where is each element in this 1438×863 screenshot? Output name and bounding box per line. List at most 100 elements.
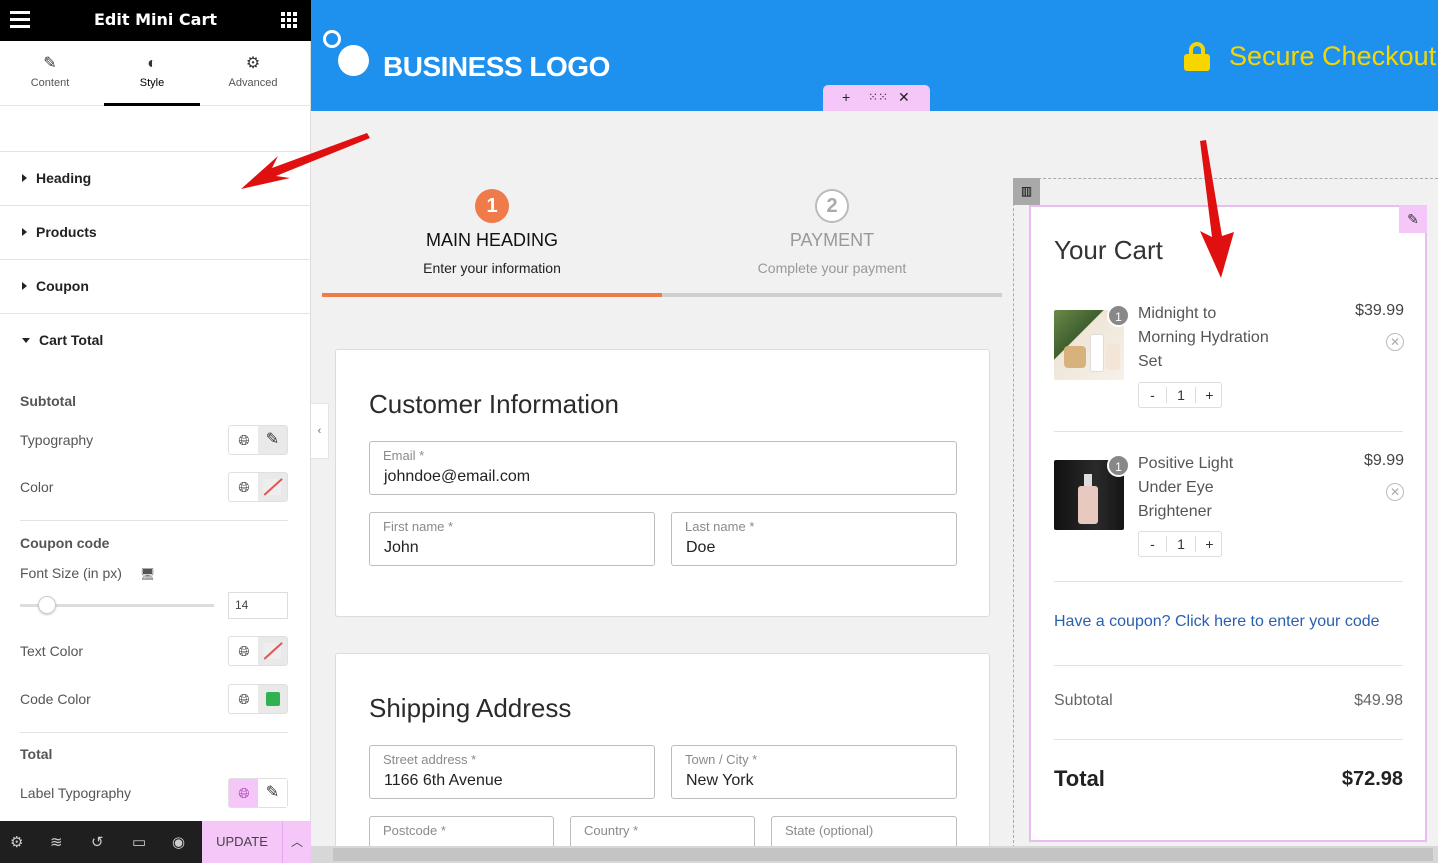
text-color-label: Text Color xyxy=(20,643,84,659)
contrast-icon: ◐ xyxy=(147,55,157,72)
text-color-control[interactable]: 🌐︎ xyxy=(228,636,288,666)
scrollbar-thumb[interactable] xyxy=(333,848,1433,861)
collapse-panel-chevron-icon[interactable]: ‹ xyxy=(311,403,329,459)
step-title: MAIN HEADING xyxy=(425,230,558,250)
decrease-qty-button[interactable]: - xyxy=(1139,387,1167,403)
product-price: $39.99 xyxy=(1355,302,1404,319)
remove-item-icon[interactable]: ✕ xyxy=(1386,333,1404,351)
first-name-field[interactable]: First name * John xyxy=(369,512,655,566)
qty-value[interactable]: 1 xyxy=(1167,387,1195,403)
street-address-field[interactable]: Street address * 1166 6th Avenue xyxy=(369,745,655,799)
section-coupon-label: Coupon xyxy=(36,278,89,294)
slider-handle[interactable] xyxy=(38,596,57,614)
settings-icon[interactable]: ⚙ xyxy=(10,833,23,851)
first-name-value: John xyxy=(384,539,419,556)
section-products-label: Products xyxy=(36,224,97,240)
panel-title: Edit Mini Cart xyxy=(93,10,217,29)
subtotal-label: Subtotal xyxy=(1054,692,1113,709)
pencil-icon: ✎ xyxy=(43,55,57,72)
panel-footer: ⚙ ≋ ↺ ▭ ◉ UPDATE ︿ xyxy=(0,821,311,863)
tab-content-label: Content xyxy=(30,77,70,89)
globe-icon[interactable]: 🌐︎ xyxy=(229,637,259,665)
product-name[interactable]: Midnight to Morning Hydration Set xyxy=(1138,302,1278,374)
column-handle-icon[interactable]: ▥ xyxy=(1013,178,1040,205)
decrease-qty-button[interactable]: - xyxy=(1139,536,1167,552)
typography-control[interactable]: 🌐︎ ✎ xyxy=(228,425,288,455)
color-swatch-none[interactable] xyxy=(258,473,287,501)
globe-icon[interactable]: 🌐︎ xyxy=(229,426,259,454)
add-section-icon[interactable]: + xyxy=(842,89,850,105)
coupon-link[interactable]: Have a coupon? Click here to enter your … xyxy=(1054,613,1380,631)
street-label: Street address * xyxy=(383,752,477,767)
section-heading[interactable]: Heading xyxy=(0,151,311,205)
label-typography-control[interactable]: 🌐︎ ✎ xyxy=(228,778,288,808)
tab-style[interactable]: ◐ Style xyxy=(102,41,202,106)
divider xyxy=(20,732,288,733)
drag-handle-icon[interactable]: ⁙⁙ xyxy=(868,90,888,104)
total-label: Total xyxy=(1054,766,1105,791)
globe-icon[interactable]: 🌐︎ xyxy=(229,685,259,713)
edit-pencil-icon[interactable]: ✎ xyxy=(258,426,287,454)
history-icon[interactable]: ↺ xyxy=(91,833,104,851)
edit-pencil-icon[interactable]: ✎ xyxy=(258,779,287,807)
remove-item-icon[interactable]: ✕ xyxy=(1386,483,1404,501)
secure-checkout-label: Secure Checkout xyxy=(1229,41,1437,71)
last-name-field[interactable]: Last name * Doe xyxy=(671,512,957,566)
desktop-icon[interactable]: 🖥︎ xyxy=(140,567,155,581)
color-control[interactable]: 🌐︎ xyxy=(228,472,288,502)
total-heading: Total xyxy=(20,746,53,762)
font-size-slider[interactable] xyxy=(20,596,214,614)
increase-qty-button[interactable]: + xyxy=(1195,387,1223,403)
section-coupon[interactable]: Coupon xyxy=(0,259,311,313)
step-2[interactable]: 2 PAYMENT Complete your payment xyxy=(662,189,1002,276)
caret-down-icon xyxy=(22,338,30,343)
quantity-stepper: - 1 + xyxy=(1138,382,1222,408)
globe-icon[interactable]: 🌐︎ xyxy=(229,779,259,807)
product-price: $9.99 xyxy=(1363,452,1404,469)
preview-eye-icon[interactable]: ◉ xyxy=(172,833,185,851)
email-field[interactable]: Email * johndoe@email.com xyxy=(369,441,957,495)
responsive-icon[interactable]: ▭ xyxy=(132,833,146,851)
first-name-label: First name * xyxy=(383,519,454,534)
tab-content[interactable]: ✎ Content xyxy=(0,41,100,106)
quantity-badge: 1 xyxy=(1107,454,1130,477)
last-name-label: Last name * xyxy=(685,519,755,534)
increase-qty-button[interactable]: + xyxy=(1195,536,1223,552)
step-1[interactable]: 1 MAIN HEADING Enter your information xyxy=(322,189,662,276)
section-cart-total[interactable]: Cart Total xyxy=(0,313,311,367)
color-swatch-green[interactable] xyxy=(258,685,287,713)
layers-icon[interactable]: ≋ xyxy=(50,833,63,851)
update-options-chevron-icon[interactable]: ︿ xyxy=(282,821,311,863)
font-size-input[interactable]: 14 xyxy=(228,592,288,619)
close-icon[interactable]: ✕ xyxy=(898,89,910,106)
section-products[interactable]: Products xyxy=(0,205,311,259)
steps-progress-fill xyxy=(322,293,662,297)
typography-label: Typography xyxy=(20,432,94,448)
color-swatch-none[interactable] xyxy=(258,637,287,665)
horizontal-scrollbar[interactable] xyxy=(311,846,1438,863)
step-desc: Complete your payment xyxy=(757,260,907,276)
divider xyxy=(1054,431,1403,432)
globe-icon[interactable]: 🌐︎ xyxy=(229,473,259,501)
edit-widget-pencil-icon[interactable]: ✎ xyxy=(1399,205,1427,233)
widgets-grid-icon[interactable] xyxy=(281,12,297,28)
town-label: Town / City * xyxy=(685,752,758,767)
cart-title: Your Cart xyxy=(1054,235,1163,265)
tab-advanced[interactable]: ⚙ Advanced xyxy=(203,41,303,106)
font-size-label-text: Font Size (in px) xyxy=(20,565,122,581)
quantity-stepper: - 1 + xyxy=(1138,531,1222,557)
step-title: PAYMENT xyxy=(789,230,875,250)
site-header: BUSINESS LOGO Secure Checkout + ⁙⁙ ✕ xyxy=(311,0,1438,111)
code-color-control[interactable]: 🌐︎ xyxy=(228,684,288,714)
last-name-value: Doe xyxy=(686,539,716,556)
font-size-label: Font Size (in px) 🖥︎ xyxy=(20,565,155,581)
town-city-field[interactable]: Town / City * New York xyxy=(671,745,957,799)
email-value: johndoe@email.com xyxy=(384,468,531,485)
tab-style-label: Style xyxy=(139,77,165,89)
step-number: 2 xyxy=(815,189,849,223)
product-name[interactable]: Positive Light Under Eye Brightener xyxy=(1138,452,1278,524)
update-button[interactable]: UPDATE xyxy=(202,821,282,863)
tab-advanced-label: Advanced xyxy=(228,77,278,89)
qty-value[interactable]: 1 xyxy=(1167,536,1195,552)
postcode-label: Postcode * xyxy=(383,823,446,838)
